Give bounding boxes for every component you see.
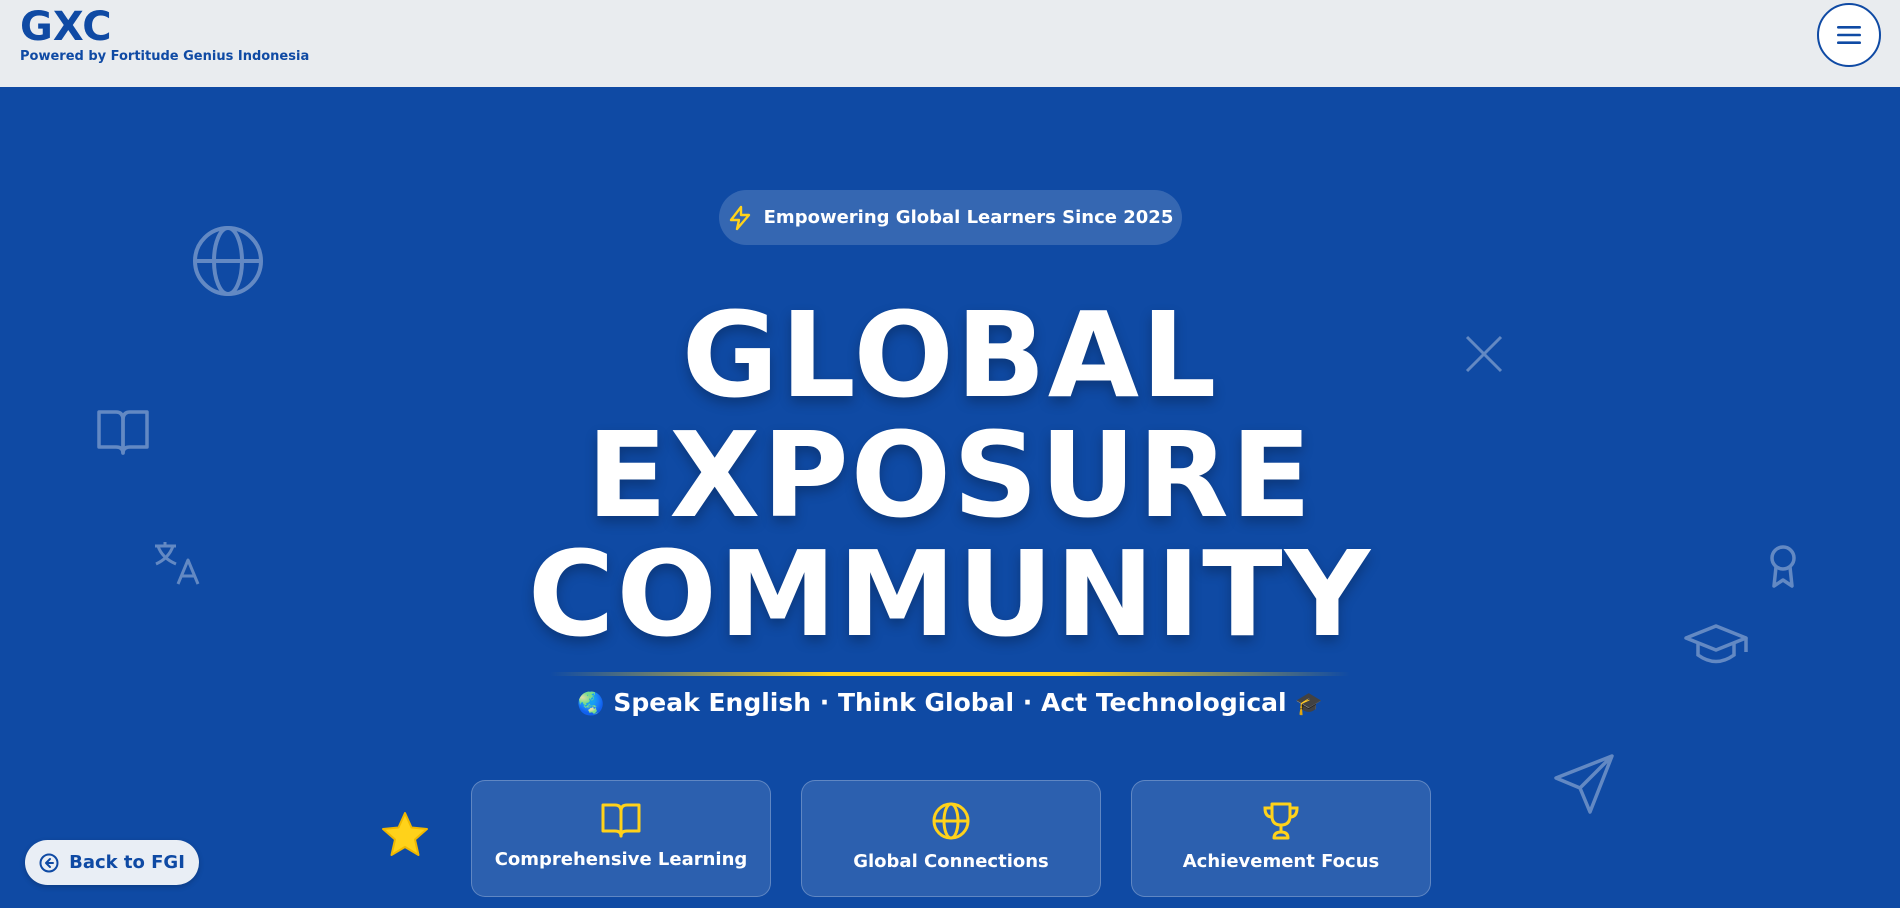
hero-badge-text: Empowering Global Learners Since 2025: [763, 207, 1174, 228]
hamburger-menu-icon: [1837, 26, 1861, 44]
hero-subtitle: 🌏 Speak English · Think Global · Act Tec…: [0, 686, 1900, 722]
title-divider: [550, 672, 1350, 676]
hero-title-line-1: GLOBAL: [681, 286, 1219, 424]
site-header: GXC Powered by Fortitude Genius Indonesi…: [0, 0, 1900, 87]
feature-label: Comprehensive Learning: [494, 849, 748, 870]
trophy-icon: [1263, 802, 1299, 840]
book-open-icon: [601, 803, 641, 838]
globe-emoji: 🌏: [577, 692, 605, 717]
logo-title[interactable]: GXC: [20, 4, 112, 50]
hero-title-line-2: EXPOSURE: [586, 406, 1314, 544]
arrow-left-circle-icon: [39, 853, 59, 872]
lightning-icon: [729, 205, 750, 230]
menu-button[interactable]: [1817, 3, 1881, 67]
globe-icon: [932, 802, 970, 840]
feature-card-connections[interactable]: Global Connections: [801, 780, 1101, 897]
feature-card-learning[interactable]: Comprehensive Learning: [471, 780, 771, 897]
back-button-label: Back to FGI: [69, 852, 185, 873]
graduation-cap-emoji: 🎓: [1295, 692, 1323, 717]
hero-subtitle-text: Speak English · Think Global · Act Techn…: [613, 688, 1287, 717]
star-icon: [382, 812, 428, 856]
hero-title-line-3: COMMUNITY: [527, 525, 1373, 663]
back-to-fgi-button[interactable]: Back to FGI: [25, 840, 199, 885]
feature-card-achievement[interactable]: Achievement Focus: [1131, 780, 1431, 897]
hero-section: Empowering Global Learners Since 2025 GL…: [0, 87, 1900, 908]
logo-tagline: Powered by Fortitude Genius Indonesia: [20, 49, 310, 64]
feature-label: Achievement Focus: [1182, 851, 1380, 872]
globe-icon: [193, 226, 263, 296]
hero-badge: Empowering Global Learners Since 2025: [719, 190, 1182, 245]
send-icon: [1554, 754, 1614, 814]
feature-label: Global Connections: [853, 851, 1049, 872]
